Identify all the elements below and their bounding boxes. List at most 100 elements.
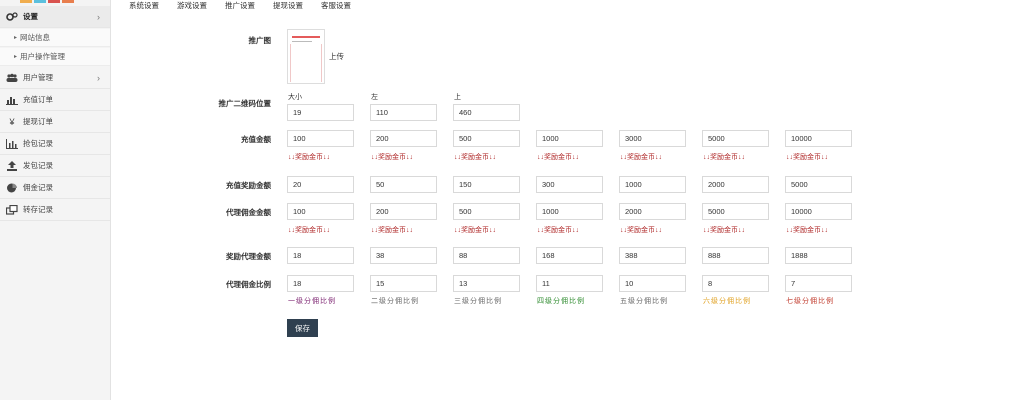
qr-left-input[interactable] (370, 104, 437, 121)
theme-swatch-2[interactable] (34, 0, 46, 3)
save-button[interactable]: 保存 (287, 319, 318, 337)
upload-button[interactable]: 上传 (329, 51, 344, 62)
commission-ratio-input[interactable] (453, 275, 520, 292)
theme-swatch-4[interactable] (62, 0, 74, 3)
tab-system-settings[interactable]: 系统设置 (120, 0, 168, 14)
commission-ratio-label: 代理佣金比例 (226, 280, 271, 289)
reward-coins-hint: ↓↓奖励金币↓↓ (786, 227, 828, 234)
caret-right-icon: ▸ (14, 54, 18, 60)
tab-withdraw-settings[interactable]: 提现设置 (264, 0, 312, 14)
pie-chart-icon (6, 182, 18, 194)
qr-top-input[interactable] (453, 104, 520, 121)
reward-coins-hint: ↓↓奖励金币↓↓ (454, 154, 496, 161)
recharge-amount-input[interactable] (702, 130, 769, 147)
reward-coins-hint: ↓↓奖励金币↓↓ (620, 154, 662, 161)
promo-image-label: 推广图 (248, 36, 272, 45)
commission-level-caption: 四级分佣比例 (537, 298, 585, 305)
sidebar-item-label: 提现订单 (23, 117, 53, 126)
commission-ratio-input[interactable] (287, 275, 354, 292)
recharge-reward-input[interactable] (453, 176, 520, 193)
agent-reward-input[interactable] (702, 247, 769, 264)
agent-reward-input[interactable] (785, 247, 852, 264)
commission-level-caption: 二级分佣比例 (371, 298, 419, 305)
commission-ratio-input[interactable] (785, 275, 852, 292)
sidebar-item-label: 抢包记录 (23, 139, 53, 148)
reward-coins-hint: ↓↓奖励金币↓↓ (703, 227, 745, 234)
agent-commission-input[interactable] (536, 203, 603, 220)
agent-reward-label: 奖励代理金额 (226, 252, 271, 261)
recharge-reward-input[interactable] (785, 176, 852, 193)
recharge-reward-input[interactable] (536, 176, 603, 193)
theme-swatches (20, 0, 74, 3)
tab-customer-service-settings[interactable]: 客服设置 (312, 0, 360, 14)
agent-reward-input[interactable] (619, 247, 686, 264)
commission-ratio-input[interactable] (702, 275, 769, 292)
recharge-amount-input[interactable] (453, 130, 520, 147)
recharge-amount-input[interactable] (536, 130, 603, 147)
bar-chart-icon (6, 94, 18, 106)
recharge-amount-label: 充值金额 (241, 135, 271, 144)
users-icon (6, 72, 18, 84)
agent-commission-input[interactable] (370, 203, 437, 220)
windows-icon (6, 204, 18, 216)
recharge-reward-input[interactable] (619, 176, 686, 193)
agent-commission-input[interactable] (785, 203, 852, 220)
sidebar-item-transfer-records[interactable]: 转存记录 (0, 199, 110, 221)
agent-reward-input[interactable] (536, 247, 603, 264)
commission-level-caption: 七级分佣比例 (786, 298, 834, 305)
reward-coins-hint: ↓↓奖励金币↓↓ (620, 227, 662, 234)
recharge-reward-input[interactable] (287, 176, 354, 193)
commission-level-caption: 六级分佣比例 (703, 298, 751, 305)
agent-commission-input[interactable] (619, 203, 686, 220)
sidebar-item-user-management[interactable]: 用户管理 › (0, 67, 110, 89)
sidebar-item-label: 网站信息 (20, 33, 51, 42)
sidebar-item-recharge-orders[interactable]: 充值订单 (0, 89, 110, 111)
sidebar-item-label: 佣金记录 (23, 183, 53, 192)
commission-level-caption: 五级分佣比例 (620, 298, 668, 305)
agent-commission-input[interactable] (453, 203, 520, 220)
recharge-reward-label: 充值奖励金额 (226, 181, 271, 190)
sidebar-item-label: 转存记录 (23, 205, 53, 214)
agent-commission-label: 代理佣金金额 (226, 208, 271, 217)
recharge-amount-input[interactable] (785, 130, 852, 147)
tab-game-settings[interactable]: 游戏设置 (168, 0, 216, 14)
tab-promotion-settings[interactable]: 推广设置 (216, 0, 264, 14)
agent-commission-input[interactable] (287, 203, 354, 220)
reward-coins-hint: ↓↓奖励金币↓↓ (537, 154, 579, 161)
sidebar-item-label: 用户操作管理 (20, 52, 66, 61)
commission-ratio-input[interactable] (536, 275, 603, 292)
sidebar-item-grab-packet-records[interactable]: 抢包记录 (0, 133, 110, 155)
sidebar-item-commission-records[interactable]: 佣金记录 (0, 177, 110, 199)
sidebar-item-label: 设置 (23, 12, 38, 21)
commission-ratio-input[interactable] (370, 275, 437, 292)
sidebar-item-label: 充值订单 (23, 95, 53, 104)
sidebar-item-send-packet-records[interactable]: 发包记录 (0, 155, 110, 177)
recharge-amount-input[interactable] (619, 130, 686, 147)
qr-size-caption: 大小 (288, 94, 302, 101)
recharge-amount-input[interactable] (370, 130, 437, 147)
recharge-reward-input[interactable] (370, 176, 437, 193)
sidebar-item-label: 发包记录 (23, 161, 53, 170)
theme-swatch-3[interactable] (48, 0, 60, 3)
agent-reward-input[interactable] (370, 247, 437, 264)
recharge-amount-input[interactable] (287, 130, 354, 147)
sidebar-item-settings[interactable]: 设置 › (0, 6, 110, 28)
settings-tabs: 系统设置 游戏设置 推广设置 提现设置 客服设置 (120, 0, 360, 14)
reward-coins-hint: ↓↓奖励金币↓↓ (371, 154, 413, 161)
theme-swatch-1[interactable] (20, 0, 32, 3)
sidebar-item-withdraw-orders[interactable]: ¥ 提现订单 (0, 111, 110, 133)
agent-reward-input[interactable] (287, 247, 354, 264)
upload-icon (6, 160, 18, 172)
agent-commission-input[interactable] (702, 203, 769, 220)
sidebar-item-website-info[interactable]: ▸ 网站信息 (0, 29, 110, 47)
gears-icon (6, 11, 18, 23)
commission-ratio-input[interactable] (619, 275, 686, 292)
agent-reward-input[interactable] (453, 247, 520, 264)
reward-coins-hint: ↓↓奖励金币↓↓ (288, 154, 330, 161)
qr-left-caption: 左 (371, 94, 378, 101)
sidebar-item-user-operation-management[interactable]: ▸ 用户操作管理 (0, 48, 110, 66)
qr-size-input[interactable] (287, 104, 354, 121)
qr-position-label: 推广二维码位置 (218, 99, 272, 108)
recharge-reward-input[interactable] (702, 176, 769, 193)
promo-image-thumbnail[interactable] (287, 29, 325, 84)
